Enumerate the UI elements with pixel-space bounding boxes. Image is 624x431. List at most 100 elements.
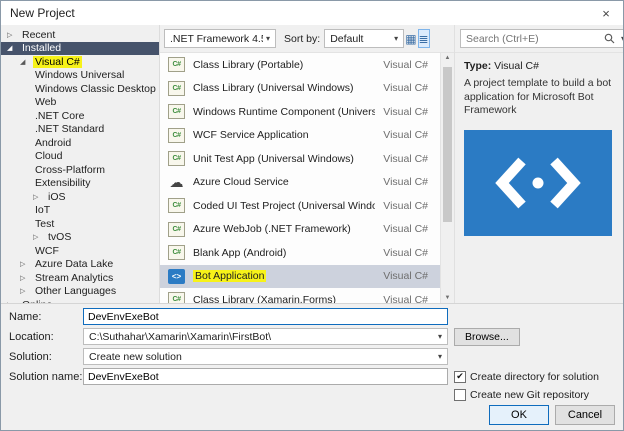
expand-arrow-icon[interactable]: ▷: [20, 260, 33, 268]
template-item-class-library-universal-windows[interactable]: C# Class Library (Universal Windows) Visua…: [160, 77, 440, 101]
expand-arrow-icon[interactable]: ▷: [20, 274, 33, 282]
expand-arrow-icon[interactable]: ▷: [33, 193, 46, 201]
wcf-service-icon: C#: [168, 128, 185, 143]
sidebar-item-net-core[interactable]: .NET Core: [1, 109, 159, 123]
location-combobox[interactable]: C:\Suthahar\Xamarin\Xamarin\FirstBot\ ▾: [83, 328, 448, 345]
new-project-dialog: New Project × ▷Recent◢Installed◢Visual C…: [0, 0, 624, 431]
template-language: Visual C#: [383, 270, 434, 282]
search-input[interactable]: [466, 33, 601, 45]
sidebar-item-web[interactable]: Web: [1, 96, 159, 110]
sidebar-item-test[interactable]: Test: [1, 217, 159, 231]
sidebar-item-label: WCF: [33, 245, 61, 257]
template-description: A project template to build a bot applic…: [464, 77, 614, 118]
template-label: Class Library (Portable): [193, 59, 375, 71]
expand-arrow-icon[interactable]: ▷: [33, 233, 46, 241]
sidebar-item-label: Azure Data Lake: [33, 258, 115, 270]
sidebar-item-installed[interactable]: ◢Installed: [1, 42, 159, 56]
solution-name-input[interactable]: [83, 368, 448, 385]
sidebar-item-ios[interactable]: ▷iOS: [1, 190, 159, 204]
sidebar-item-net-standard[interactable]: .NET Standard: [1, 123, 159, 137]
framework-dropdown[interactable]: .NET Framework 4.5.2 ▾: [164, 29, 276, 48]
sidebar-item-cloud[interactable]: Cloud: [1, 150, 159, 164]
expand-arrow-icon[interactable]: ▷: [7, 31, 20, 39]
vertical-scrollbar[interactable]: ▲ ▼: [440, 53, 454, 303]
template-language: Visual C#: [383, 59, 434, 71]
sidebar-item-cross-platform[interactable]: Cross-Platform: [1, 163, 159, 177]
chevron-down-icon: ▾: [435, 352, 445, 361]
sidebar-item-android[interactable]: Android: [1, 136, 159, 150]
sidebar-item-tvos[interactable]: ▷tvOS: [1, 231, 159, 245]
sidebar-item-other-languages[interactable]: ▷Other Languages: [1, 285, 159, 299]
sidebar-item-label: .NET Standard: [33, 123, 106, 135]
class-library-universal-icon: C#: [168, 81, 185, 96]
collapse-arrow-icon[interactable]: ◢: [20, 58, 33, 66]
sort-dropdown[interactable]: Default ▾: [324, 29, 404, 48]
create-directory-label: Create directory for solution: [470, 371, 599, 383]
template-label-text: Bot Application: [193, 270, 266, 282]
medium-icons-view-button[interactable]: ▦: [404, 29, 417, 48]
template-item-wcf-service-application[interactable]: C#WCF Service ApplicationVisual C#: [160, 124, 440, 148]
list-view-button[interactable]: ≣: [418, 29, 430, 48]
template-item-unit-test-app-universal-windows[interactable]: C#Unit Test App (Universal Windows)Visua…: [160, 147, 440, 171]
sidebar-item-label: Cross-Platform: [33, 164, 107, 176]
framework-value: .NET Framework 4.5.2: [170, 33, 263, 45]
solution-dropdown[interactable]: Create new solution ▾: [83, 348, 448, 365]
template-label-text: Class Library (Universal Windows): [193, 82, 353, 94]
dialog-title: New Project: [10, 6, 75, 20]
create-directory-checkbox[interactable]: ✔: [454, 371, 466, 383]
android-blank-app-icon: C#: [168, 245, 185, 260]
template-item-class-library-xamarin-forms[interactable]: C#Class Library (Xamarin.Forms)Visual C#: [160, 288, 440, 303]
sidebar-item-wcf[interactable]: WCF: [1, 244, 159, 258]
template-list-wrap: C# Class Library (Portable) Visual C# C# Cla…: [160, 52, 454, 303]
template-label: Coded UI Test Project (Universal Windows…: [193, 200, 375, 212]
ok-button[interactable]: OK: [489, 405, 549, 425]
cancel-button[interactable]: Cancel: [555, 405, 615, 425]
grid-view-icon: ▦: [405, 32, 416, 46]
chevron-down-icon[interactable]: ▾: [618, 34, 624, 43]
close-icon[interactable]: ×: [589, 1, 623, 25]
sidebar-item-label: Test: [33, 218, 56, 230]
template-item-blank-app-android[interactable]: C#Blank App (Android)Visual C#: [160, 241, 440, 265]
name-label: Name:: [9, 311, 83, 323]
template-language: Visual C#: [383, 82, 434, 94]
sidebar-item-azure-data-lake[interactable]: ▷Azure Data Lake: [1, 258, 159, 272]
solution-value: Create new solution: [89, 351, 435, 363]
sidebar-item-label: .NET Core: [33, 110, 86, 122]
center-column: .NET Framework 4.5.2 ▾ Sort by: Default …: [160, 25, 454, 303]
git-repo-checkbox[interactable]: [454, 389, 466, 401]
template-item-azure-webjob-net-framework[interactable]: C#Azure WebJob (.NET Framework)Visual C#: [160, 218, 440, 242]
sidebar-item-label: Extensibility: [33, 177, 92, 189]
search-row: ▾: [455, 25, 623, 52]
sidebar-item-label: IoT: [33, 204, 52, 216]
title-bar: New Project ×: [1, 1, 623, 25]
location-value: C:\Suthahar\Xamarin\Xamarin\FirstBot\: [89, 331, 435, 343]
sidebar-item-extensibility[interactable]: Extensibility: [1, 177, 159, 191]
scrollbar-thumb[interactable]: [443, 67, 452, 222]
bot-application-icon: <>: [168, 269, 185, 284]
scroll-up-icon[interactable]: ▲: [441, 55, 454, 61]
unit-test-app-icon: C#: [168, 151, 185, 166]
sidebar-item-recent[interactable]: ▷Recent: [1, 28, 159, 42]
template-label-text: Class Library (Xamarin.Forms): [193, 294, 336, 303]
template-item-azure-cloud-service[interactable]: ☁Azure Cloud ServiceVisual C#: [160, 171, 440, 195]
main-area: ▷Recent◢Installed◢Visual C#Windows Unive…: [1, 25, 623, 303]
expand-arrow-icon[interactable]: ▷: [20, 287, 33, 295]
collapse-arrow-icon[interactable]: ◢: [7, 44, 20, 52]
template-label-text: WCF Service Application: [193, 129, 309, 141]
template-item-bot-application[interactable]: <> Bot Application Visual C#: [160, 265, 440, 289]
sidebar-item-stream-analytics[interactable]: ▷Stream Analytics: [1, 271, 159, 285]
project-name-input[interactable]: [83, 308, 448, 325]
right-panel: ▾ Type: Visual C# A project template to …: [454, 25, 623, 303]
template-item-coded-ui-test-project-universal-windows[interactable]: C#Coded UI Test Project (Universal Windo…: [160, 194, 440, 218]
scroll-down-icon[interactable]: ▼: [441, 295, 454, 301]
search-box[interactable]: ▾: [460, 29, 624, 48]
sidebar-item-visual-csharp[interactable]: ◢Visual C#: [1, 55, 159, 69]
browse-button[interactable]: Browse...: [454, 328, 520, 346]
sidebar-item-windows-classic-desktop[interactable]: Windows Classic Desktop: [1, 82, 159, 96]
sidebar-item-windows-universal[interactable]: Windows Universal: [1, 69, 159, 83]
template-item-windows-runtime-component-universal-windows[interactable]: C#Windows Runtime Component (Universal W…: [160, 100, 440, 124]
chevron-down-icon: ▾: [435, 332, 445, 341]
template-item-class-library-portable[interactable]: C#Class Library (Portable)Visual C#: [160, 53, 440, 77]
template-language: Visual C#: [383, 294, 434, 303]
sidebar-item-iot[interactable]: IoT: [1, 204, 159, 218]
